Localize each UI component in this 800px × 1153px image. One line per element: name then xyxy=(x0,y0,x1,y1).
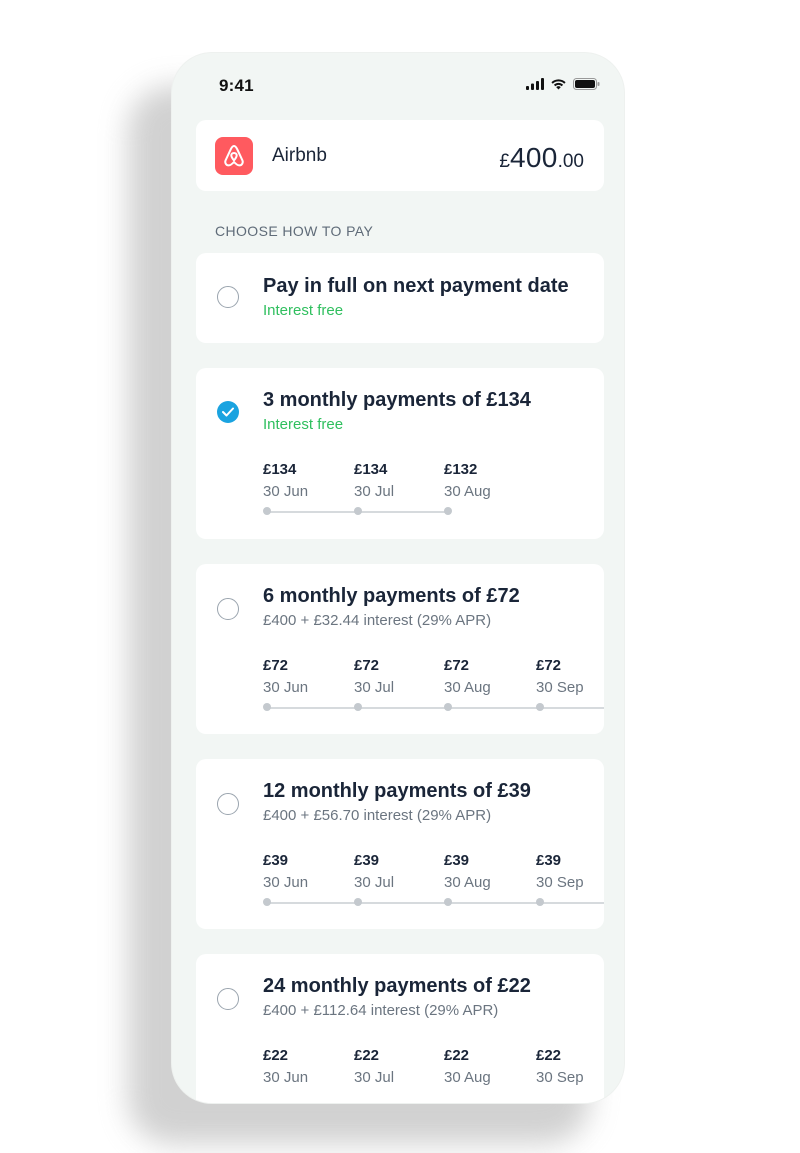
installment-date: 30 Jul xyxy=(354,483,395,500)
installment: £72 30 Sep xyxy=(536,657,604,696)
installment-date: 30 Jun xyxy=(263,483,309,500)
schedule-dot xyxy=(536,703,544,711)
section-label: CHOOSE HOW TO PAY xyxy=(215,223,374,239)
installment-date: 30 Jun xyxy=(263,874,309,891)
installment: £132 30 Aug xyxy=(444,461,524,500)
schedule-dot xyxy=(444,507,452,515)
installment-date: 30 Jun xyxy=(263,679,309,696)
installment-date: 30 Jul xyxy=(354,874,395,891)
installment: £39 30 Sep xyxy=(536,852,604,891)
installment: £72 30 Jul xyxy=(354,657,434,696)
radio-unchecked-icon[interactable] xyxy=(217,286,239,308)
schedule-dot xyxy=(354,703,362,711)
installment-amount: £39 xyxy=(263,852,289,869)
installment-amount: £72 xyxy=(354,657,380,674)
schedule-dot xyxy=(263,507,271,515)
schedule-dot xyxy=(536,898,544,906)
phone-frame: 9:41 Airbnb £400.00 CHOOSE HOW TO PAY Pa… xyxy=(172,53,624,1103)
radio-unchecked-icon[interactable] xyxy=(217,598,239,620)
radio-unchecked-icon[interactable] xyxy=(217,988,239,1010)
installment-date: 30 Aug xyxy=(444,679,491,696)
option-title: 3 monthly payments of £134 xyxy=(263,389,531,411)
airbnb-logo-icon xyxy=(215,137,253,175)
installment: £22 30 Jul xyxy=(354,1047,434,1086)
cellular-signal-icon xyxy=(526,78,544,90)
installment-date: 30 Aug xyxy=(444,874,491,891)
radio-checked-icon[interactable] xyxy=(217,401,239,423)
installment: £39 30 Jun xyxy=(263,852,343,891)
installment: £22 30 Jun xyxy=(263,1047,343,1086)
payment-option-3-months[interactable]: 3 monthly payments of £134 Interest free… xyxy=(196,368,604,539)
schedule-dot xyxy=(444,703,452,711)
option-title: 12 monthly payments of £39 xyxy=(263,780,531,802)
status-icons xyxy=(526,78,600,90)
option-subtitle: £400 + £112.64 interest (29% APR) xyxy=(263,1002,499,1019)
installment-amount: £72 xyxy=(536,657,562,674)
installment-amount: £22 xyxy=(444,1047,470,1064)
wifi-icon xyxy=(550,78,567,90)
installment-amount: £39 xyxy=(354,852,380,869)
installment-amount: £22 xyxy=(354,1047,380,1064)
radio-unchecked-icon[interactable] xyxy=(217,793,239,815)
installment-date: 30 Aug xyxy=(444,483,491,500)
status-time: 9:41 xyxy=(219,76,254,95)
installment-amount: £134 xyxy=(354,461,388,478)
installment-schedule: £39 30 Jun £39 30 Jul £39 30 Aug £39 30 … xyxy=(263,852,604,922)
installment-amount: £22 xyxy=(536,1047,562,1064)
battery-icon xyxy=(573,78,600,90)
schedule-dot xyxy=(263,898,271,906)
installment: £22 30 Aug xyxy=(444,1047,524,1086)
installment-date: 30 Jul xyxy=(354,1069,395,1086)
installment: £39 30 Aug xyxy=(444,852,524,891)
order-amount: £400.00 xyxy=(499,142,584,174)
amount-main: 400 xyxy=(509,142,558,173)
installment-amount: £134 xyxy=(263,461,297,478)
installment: £72 30 Aug xyxy=(444,657,524,696)
status-bar: 9:41 xyxy=(172,53,624,117)
installment-date: 30 Sep xyxy=(536,679,584,696)
schedule-track xyxy=(266,902,604,904)
option-subtitle: Interest free xyxy=(263,302,344,319)
payment-option-12-months[interactable]: 12 monthly payments of £39 £400 + £56.70… xyxy=(196,759,604,929)
installment-date: 30 Jul xyxy=(354,679,395,696)
option-title: Pay in full on next payment date xyxy=(263,275,569,297)
option-title: 6 monthly payments of £72 xyxy=(263,585,520,607)
merchant-name: Airbnb xyxy=(272,145,327,166)
option-subtitle: Interest free xyxy=(263,416,344,433)
installment: £72 30 Jun xyxy=(263,657,343,696)
installment-schedule: £22 30 Jun £22 30 Jul £22 30 Aug £22 30 … xyxy=(263,1047,604,1103)
payment-option-24-months[interactable]: 24 monthly payments of £22 £400 + £112.6… xyxy=(196,954,604,1103)
installment-amount: £72 xyxy=(263,657,289,674)
installment: £39 30 Jul xyxy=(354,852,434,891)
installment: £134 30 Jun xyxy=(263,461,343,500)
installment-schedule: £72 30 Jun £72 30 Jul £72 30 Aug £72 30 … xyxy=(263,657,604,727)
schedule-dot xyxy=(354,898,362,906)
schedule-track xyxy=(266,707,604,709)
payment-option-6-months[interactable]: 6 monthly payments of £72 £400 + £32.44 … xyxy=(196,564,604,734)
merchant-summary: Airbnb £400.00 xyxy=(196,120,604,191)
option-subtitle: £400 + £56.70 interest (29% APR) xyxy=(263,807,492,824)
installment-amount: £132 xyxy=(444,461,478,478)
installment-schedule: £134 30 Jun £134 30 Jul £132 30 Aug xyxy=(263,461,604,531)
installment-date: 30 Sep xyxy=(536,1069,584,1086)
option-subtitle: £400 + £32.44 interest (29% APR) xyxy=(263,612,492,629)
installment-date: 30 Aug xyxy=(444,1069,491,1086)
installment-amount: £22 xyxy=(263,1047,289,1064)
installment: £134 30 Jul xyxy=(354,461,434,500)
option-title: 24 monthly payments of £22 xyxy=(263,975,531,997)
payment-option-full[interactable]: Pay in full on next payment date Interes… xyxy=(196,253,604,343)
installment-amount: £72 xyxy=(444,657,470,674)
amount-decimal: .00 xyxy=(557,151,584,172)
installment-date: 30 Jun xyxy=(263,1069,309,1086)
schedule-dot xyxy=(263,703,271,711)
installment-amount: £39 xyxy=(536,852,562,869)
installment-date: 30 Sep xyxy=(536,874,584,891)
installment: £22 30 Sep xyxy=(536,1047,604,1086)
amount-currency: £ xyxy=(499,151,510,172)
schedule-dot xyxy=(444,898,452,906)
schedule-dot xyxy=(354,507,362,515)
installment-amount: £39 xyxy=(444,852,470,869)
